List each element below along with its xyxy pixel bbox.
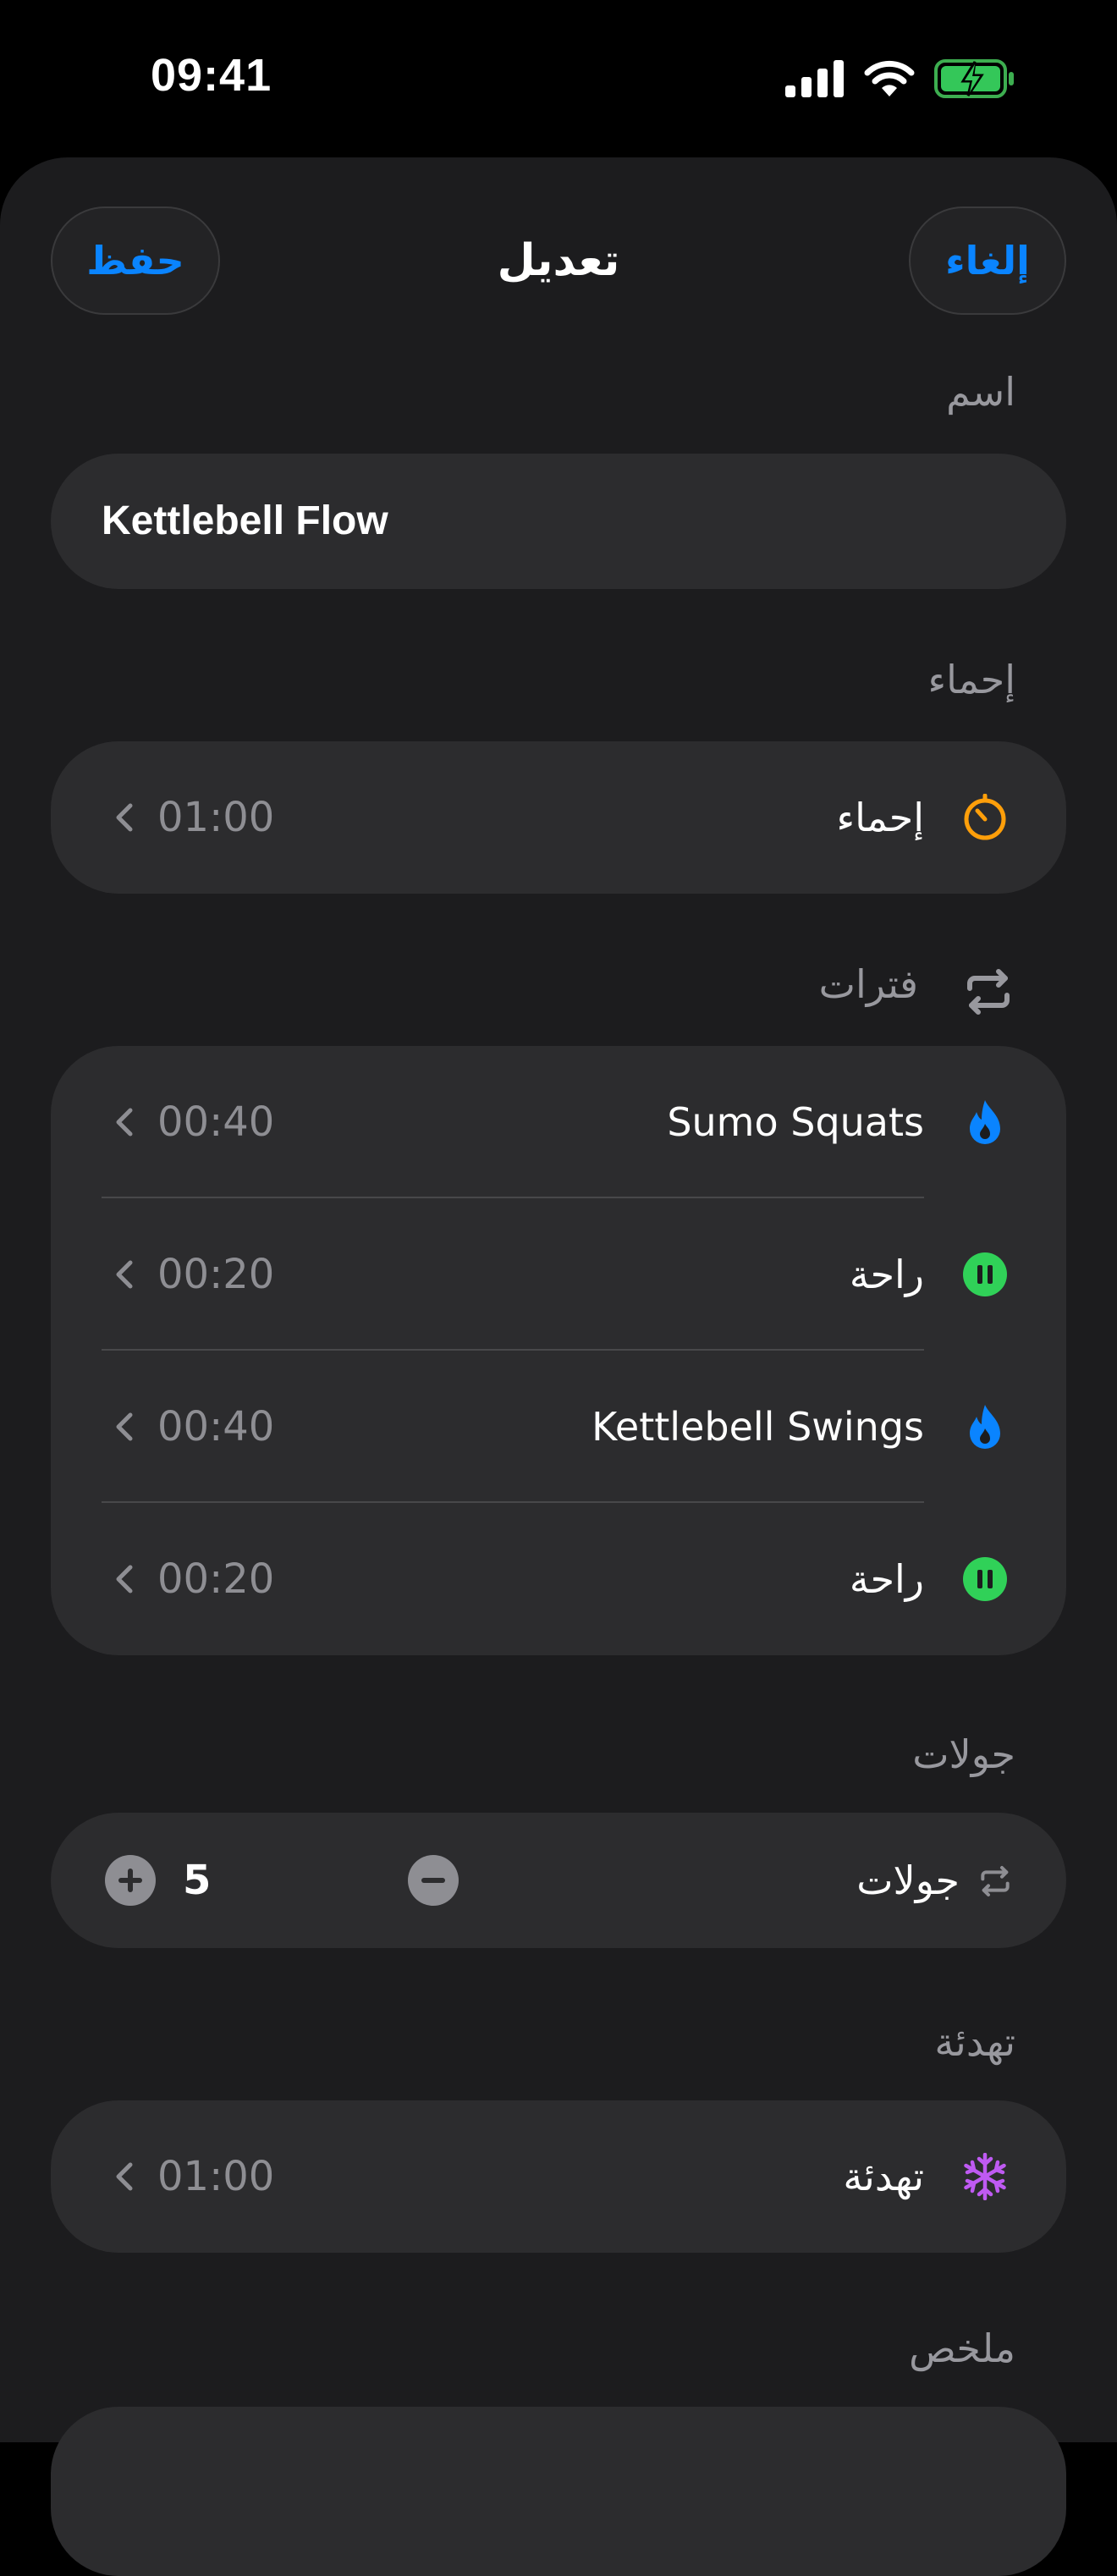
interval-duration: 00:20: [157, 1555, 275, 1603]
name-section-label: اسم: [946, 369, 1015, 415]
warmup-section-label: إحماء: [927, 657, 1015, 702]
status-icons: [785, 58, 1015, 100]
status-bar: 09:41: [0, 0, 1117, 157]
interval-row-1[interactable]: Sumo Squats 00:40: [51, 1046, 1066, 1198]
name-field[interactable]: Kettlebell Flow: [51, 454, 1066, 589]
wifi-icon: [864, 60, 915, 96]
summary-section-label: ملخص: [909, 2326, 1015, 2371]
chevron-left-icon: [116, 1412, 133, 1441]
decrement-button[interactable]: [408, 1855, 459, 1906]
interval-title: راحة: [849, 1556, 924, 1602]
cooldown-row[interactable]: تهدئة 01:00: [51, 2100, 1066, 2253]
chevron-left-icon: [116, 1108, 133, 1137]
cellular-signal-icon: [785, 60, 844, 97]
rounds-count: 5: [183, 1857, 212, 1904]
rounds-row-title: جولات: [856, 1858, 960, 1903]
interval-duration: 00:40: [157, 1098, 275, 1146]
warmup-card: إحماء 01:00: [51, 741, 1066, 894]
summary-card: [51, 2407, 1066, 2576]
chevron-left-icon: [116, 803, 133, 832]
interval-title: Sumo Squats: [667, 1099, 924, 1145]
cooldown-row-title: تهدئة: [843, 2154, 924, 2199]
interval-duration: 00:40: [157, 1403, 275, 1450]
warmup-row[interactable]: إحماء 01:00: [51, 741, 1066, 894]
chevron-left-icon: [116, 1565, 133, 1593]
interval-row-3[interactable]: Kettlebell Swings 00:40: [51, 1351, 1066, 1503]
intervals-section-label: فترات: [818, 961, 918, 1007]
chevron-left-icon: [116, 1260, 133, 1289]
interval-title: Kettlebell Swings: [592, 1404, 924, 1450]
chevron-left-icon: [116, 2162, 133, 2191]
battery-charging-icon: [934, 59, 1014, 98]
interval-row-2[interactable]: راحة 00:20: [51, 1198, 1066, 1351]
timer-icon: [964, 794, 1006, 840]
warmup-duration: 01:00: [157, 794, 275, 841]
cooldown-section-label: تهدئة: [934, 2019, 1015, 2065]
repeat-icon: [967, 969, 1010, 1015]
name-input-value[interactable]: Kettlebell Flow: [102, 454, 388, 589]
snowflake-icon: [964, 2153, 1006, 2200]
rounds-card: جولات 5: [51, 1813, 1066, 1948]
increment-button[interactable]: [105, 1855, 156, 1906]
interval-title: راحة: [849, 1252, 924, 1297]
warmup-row-title: إحماء: [836, 795, 924, 840]
interval-row-4[interactable]: راحة 00:20: [51, 1503, 1066, 1655]
rounds-section-label: جولات: [912, 1731, 1015, 1777]
cooldown-duration: 01:00: [157, 2153, 275, 2200]
interval-duration: 00:20: [157, 1251, 275, 1298]
intervals-card: Sumo Squats 00:40 راحة 00:20 Kettlebell …: [51, 1046, 1066, 1655]
flame-icon: [970, 1100, 1000, 1144]
pause-icon: [963, 1557, 1007, 1601]
flame-icon: [970, 1405, 1000, 1449]
edit-sheet: حفظ تعديل إلغاء اسم Kettlebell Flow إحما…: [0, 157, 1117, 2576]
status-time: 09:41: [151, 50, 272, 101]
repeat-icon: [981, 1866, 1010, 1896]
pause-icon: [963, 1252, 1007, 1296]
cooldown-card: تهدئة 01:00: [51, 2100, 1066, 2253]
cancel-button[interactable]: إلغاء: [909, 206, 1066, 315]
